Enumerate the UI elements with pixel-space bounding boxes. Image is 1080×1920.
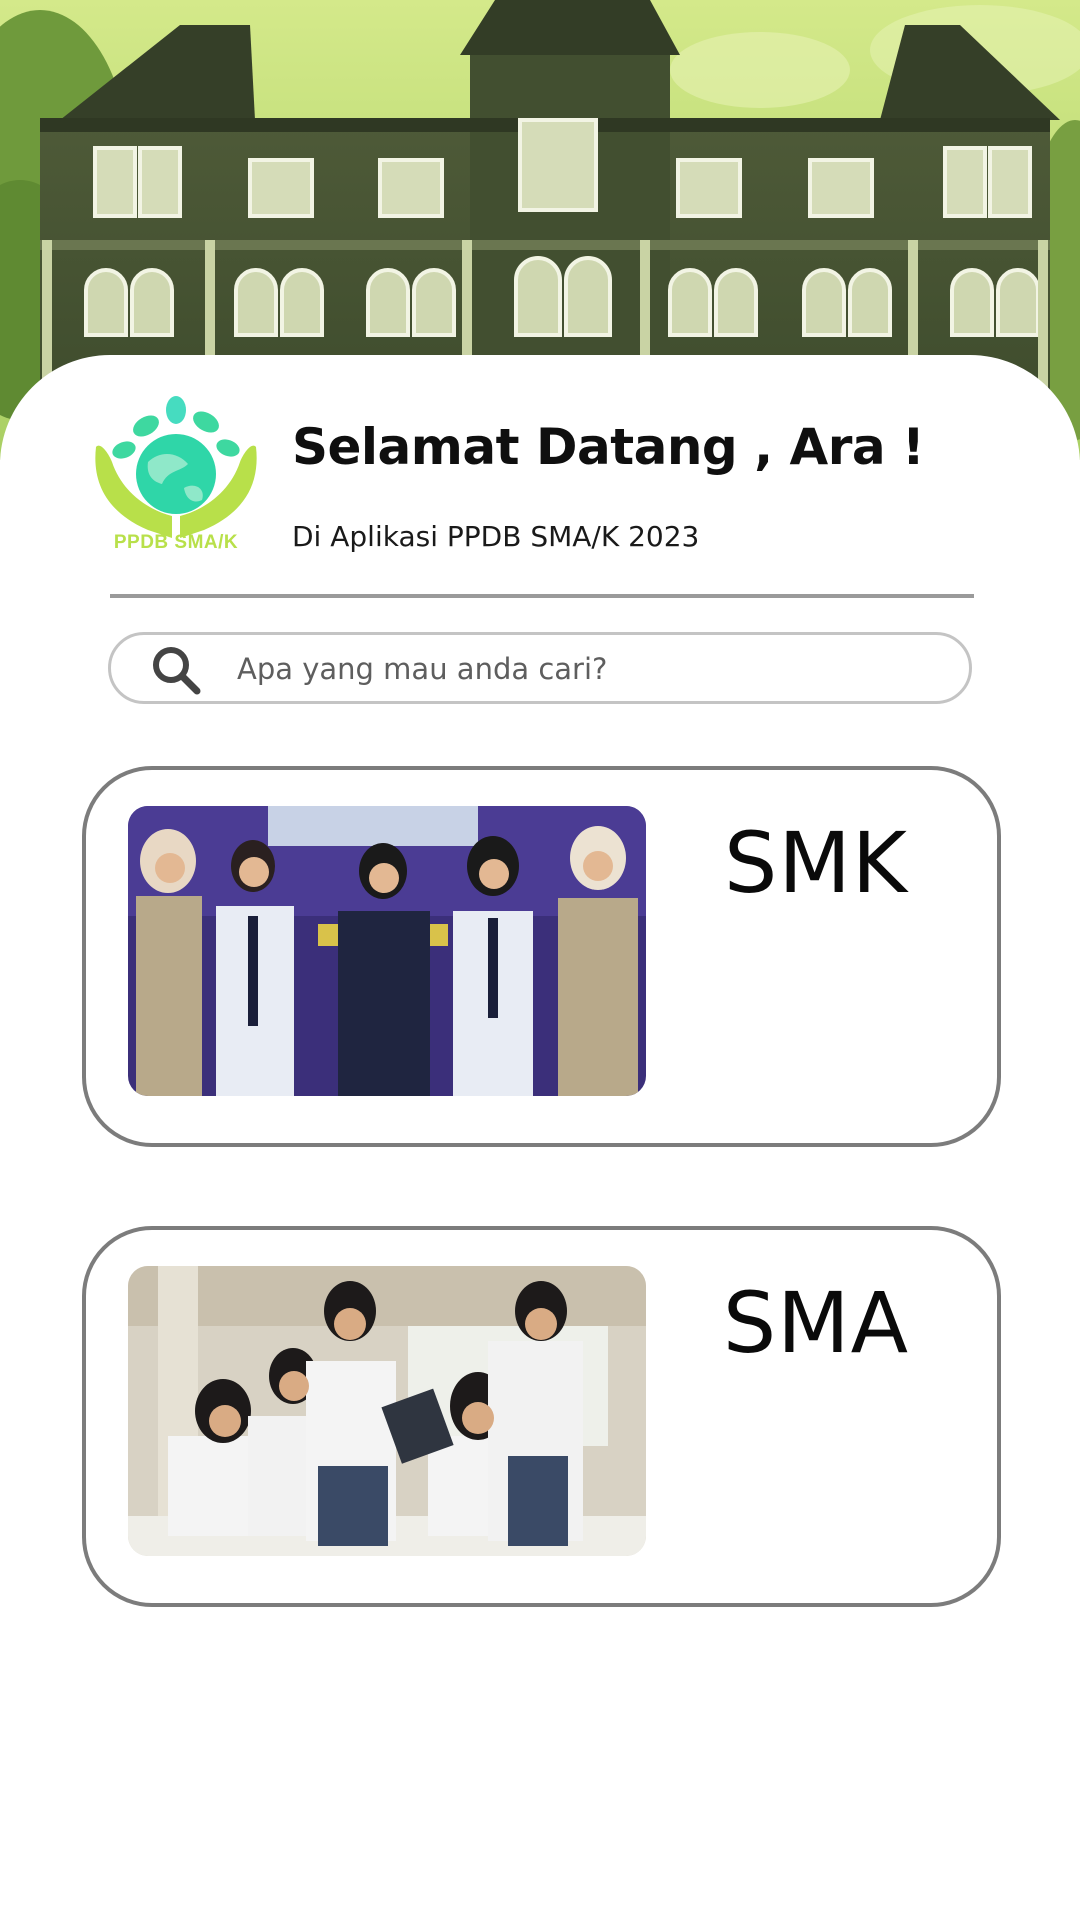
app-subtitle: Di Aplikasi PPDB SMA/K 2023 — [292, 520, 700, 553]
students-studying-photo — [128, 1266, 646, 1556]
category-card-sma[interactable]: SMA — [82, 1226, 1001, 1607]
search-icon[interactable] — [149, 643, 203, 697]
search-bar[interactable] — [108, 632, 972, 704]
logo-caption: PPDB SMA/K — [113, 532, 239, 553]
students-in-uniform-photo — [128, 806, 646, 1096]
search-input[interactable] — [237, 647, 937, 691]
category-card-smk[interactable]: SMK — [82, 766, 1001, 1147]
header-divider — [110, 594, 974, 598]
category-label-sma: SMA — [722, 1274, 910, 1372]
category-label-smk: SMK — [724, 814, 908, 912]
welcome-title: Selamat Datang , Ara ! — [292, 418, 925, 476]
